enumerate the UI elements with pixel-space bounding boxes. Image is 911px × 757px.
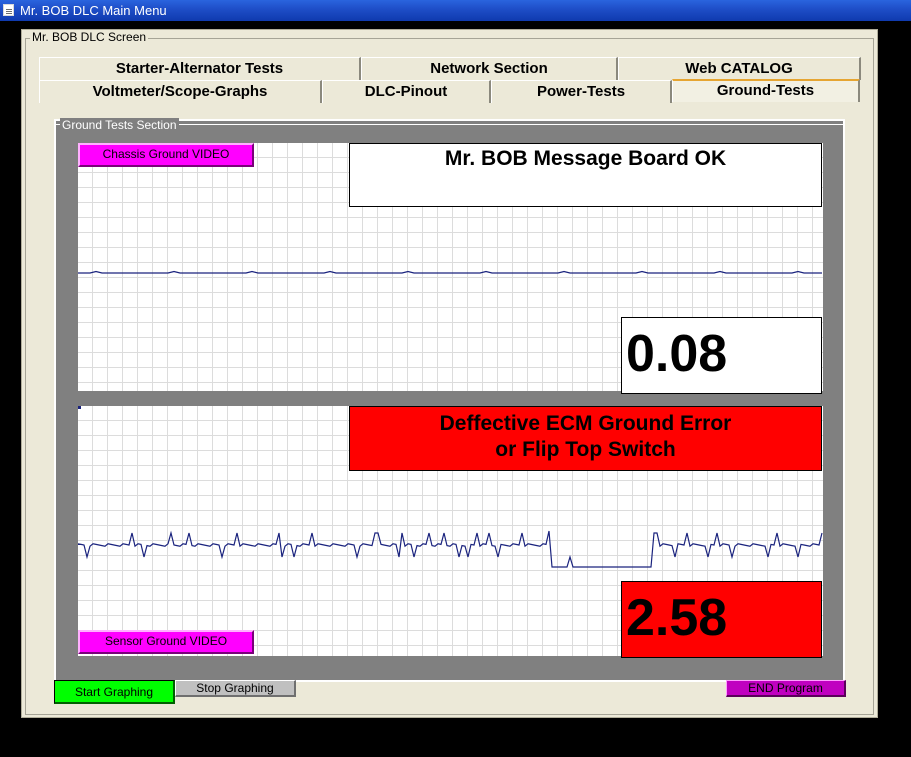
start-graphing-button[interactable]: Start Graphing xyxy=(54,680,175,704)
tab-ground-tests[interactable]: Ground-Tests xyxy=(672,79,860,102)
tab-voltmeter-scope-graphs[interactable]: Voltmeter/Scope-Graphs xyxy=(39,80,322,103)
sensor-ground-value: 2.58 xyxy=(621,581,822,658)
chassis-message-board: Mr. BOB Message Board OK xyxy=(349,143,822,207)
tab-dlc-pinout[interactable]: DLC-Pinout xyxy=(322,80,491,103)
screen-legend: Mr. BOB DLC Screen xyxy=(30,30,149,44)
window-title: Mr. BOB DLC Main Menu xyxy=(20,3,167,18)
sensor-message-line1: Deffective ECM Ground Error xyxy=(439,412,732,435)
chassis-ground-trace xyxy=(78,270,822,274)
end-program-button[interactable]: END Program xyxy=(726,680,846,697)
sensor-message-board: Deffective ECM Ground Error or Flip Top … xyxy=(349,406,822,471)
tab-power-tests[interactable]: Power-Tests xyxy=(491,80,672,103)
sensor-ground-video-button[interactable]: Sensor Ground VIDEO xyxy=(78,630,254,654)
tab-starter-alternator-tests[interactable]: Starter-Alternator Tests xyxy=(39,57,361,80)
tab-network-section[interactable]: Network Section xyxy=(361,57,618,80)
chassis-ground-video-button[interactable]: Chassis Ground VIDEO xyxy=(78,143,254,167)
app-icon xyxy=(3,4,14,16)
chassis-message-text: Mr. BOB Message Board OK xyxy=(444,147,727,170)
chassis-ground-value: 0.08 xyxy=(621,317,822,394)
stop-graphing-button[interactable]: Stop Graphing xyxy=(175,680,296,697)
main-screen: Mr. BOB DLC Screen Starter-Alternator Te… xyxy=(21,29,878,718)
sensor-start-marker xyxy=(78,406,81,409)
tab-web-catalog[interactable]: Web CATALOG xyxy=(618,57,861,80)
title-bar: Mr. BOB DLC Main Menu xyxy=(0,0,911,21)
sensor-ground-trace xyxy=(78,530,823,568)
ground-tests-legend: Ground Tests Section xyxy=(60,118,179,132)
sensor-message-line2: or Flip Top Switch xyxy=(495,438,676,461)
